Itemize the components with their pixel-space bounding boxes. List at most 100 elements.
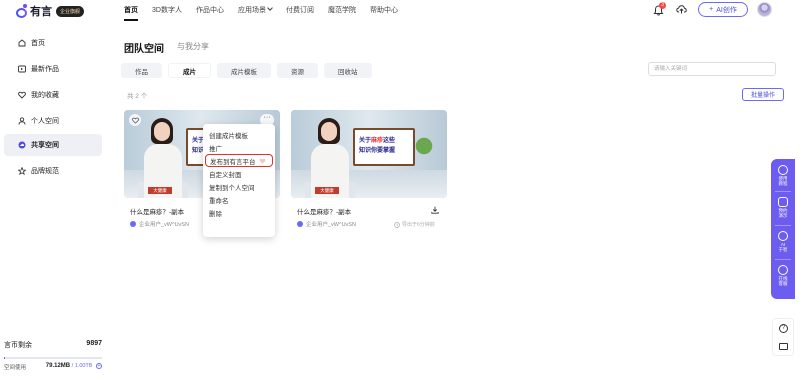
sidebar-item-home[interactable]: 首页 [4, 32, 102, 54]
menu-item-create-template[interactable]: 创建成片模板 [203, 128, 275, 141]
plant-image [415, 134, 433, 164]
menu-item-copy-personal[interactable]: 复制到个人空间 [203, 180, 275, 193]
sidebar-item-favorites[interactable]: 我的收藏 [4, 84, 102, 106]
page-title[interactable]: 团队空间 [124, 40, 164, 55]
storage-progress-bar [4, 357, 102, 359]
nav-scenarios-label: 应用场景 [237, 7, 266, 14]
home-icon [18, 39, 26, 47]
top-bar: 有言 企业旗舰 首页 3D数字人 作品中心 应用场景 付费订阅 魔范学院 帮助中… [0, 0, 800, 22]
content-tabs: 作品 成片 成片模板 资源 回收站 [121, 63, 372, 78]
menu-item-promote[interactable]: 推广 [203, 141, 275, 154]
menu-item-custom-cover[interactable]: 自定义封面 [203, 167, 275, 180]
tab-recycle-bin[interactable]: 回收站 [324, 63, 372, 78]
heart-icon [18, 91, 26, 99]
plan-badge: 企业旗舰 [56, 5, 85, 17]
board-text-highlight: 麻疹 [371, 138, 384, 144]
tab-resources[interactable]: 资源 [277, 63, 318, 78]
float-ai-assistant[interactable]: AI 于智 [771, 231, 795, 252]
coins-balance: 言币剩余 9897 [4, 340, 102, 350]
float-online-service[interactable]: 在线 客服 [771, 265, 795, 286]
question-icon[interactable]: ? [779, 324, 788, 333]
ai-create-label: AI创作 [716, 6, 737, 14]
ellipsis-icon: ··· [263, 114, 271, 121]
notification-badge: 3 [659, 2, 666, 9]
headset-icon [778, 265, 788, 275]
favorite-button[interactable] [129, 114, 141, 126]
sidebar: 首页 最新作品 我的收藏 个人空间 共享空间 品牌规范 言币剩余 9897 空间… [0, 22, 110, 382]
shared-with-me-tab[interactable]: 与我分享 [177, 41, 209, 52]
board-text: 知识你要掌握 [359, 148, 396, 154]
sidebar-item-shared-space[interactable]: 共享空间 [4, 134, 102, 156]
card-owner: 企业用户_vW^UvSN [297, 220, 356, 228]
notification-button[interactable]: 3 [653, 2, 666, 16]
sidebar-item-brand-guidelines[interactable]: 品牌规范 [4, 160, 102, 182]
export-time-text: 导出于6分钟前 [402, 222, 435, 228]
owner-name: 企业用户_vW^UvSN [139, 222, 189, 228]
sidebar-item-label: 共享空间 [31, 142, 59, 149]
avatar-presenter [142, 116, 184, 198]
user-icon [297, 221, 303, 227]
coins-value: 9897 [86, 340, 102, 347]
star-icon [18, 167, 26, 175]
nav-3d-avatar[interactable]: 3D数字人 [152, 5, 182, 21]
card-owner: 企业用户_vW^UvSN [130, 220, 189, 228]
tab-video-templates[interactable]: 成片模板 [217, 63, 271, 78]
float-label: AI 于智 [778, 242, 788, 252]
upload-button[interactable] [676, 4, 687, 15]
sidebar-item-label: 首页 [31, 40, 45, 47]
desk-label: 大健康 [315, 187, 339, 194]
mail-icon[interactable] [779, 343, 788, 350]
tab-final-videos[interactable]: 成片 [168, 63, 211, 78]
add-storage-icon[interactable]: + [96, 363, 102, 369]
user-avatar[interactable] [757, 2, 772, 17]
heart-icon [131, 117, 139, 124]
menu-item-rename[interactable]: 重命名 [203, 193, 275, 206]
sidebar-item-personal-space[interactable]: 个人空间 [4, 110, 102, 132]
float-tutorial[interactable]: 使用 教程 [771, 165, 795, 186]
sidebar-item-label: 个人空间 [31, 118, 59, 125]
clock-icon [394, 221, 400, 228]
plus-icon: + [709, 6, 714, 13]
ai-create-button[interactable]: + AI创作 [698, 2, 748, 17]
float-demo[interactable]: 预约 演示 [771, 197, 795, 218]
heart-icon [259, 158, 266, 164]
storage-total: / 1.00TB [71, 363, 93, 369]
nav-scenarios[interactable]: 应用场景 [237, 5, 273, 21]
tab-works[interactable]: 作品 [121, 63, 162, 78]
sidebar-item-latest-works[interactable]: 最新作品 [4, 58, 102, 80]
video-card[interactable]: 关于麻疹这些 知识你要掌握 大健康 什么是麻疹？-副本 企业用户_vW^UvSN… [291, 110, 447, 228]
video-name[interactable]: 什么是麻疹？-副本 [130, 206, 184, 216]
nav-works-center[interactable]: 作品中心 [196, 5, 224, 21]
nav-subscription[interactable]: 付费订阅 [286, 5, 314, 21]
floating-service-bar: 使用 教程 预约 演示 AI 于智 在线 客服 [771, 159, 795, 299]
batch-operation-button[interactable]: 批量操作 [742, 88, 784, 101]
nav-home[interactable]: 首页 [124, 5, 138, 21]
video-thumbnail[interactable]: 关于麻疹这些 知识你要掌握 大健康 [291, 110, 447, 198]
video-name[interactable]: 什么是麻疹？-副本 [297, 206, 351, 216]
download-button[interactable] [431, 206, 439, 214]
desk-label: 大健康 [148, 187, 172, 194]
coins-label: 言币剩余 [4, 342, 32, 349]
card-context-menu: 创建成片模板 推广 发布到有言平台 自定义封面 复制到个人空间 重命名 删除 [203, 124, 275, 237]
menu-item-delete[interactable]: 删除 [203, 206, 275, 219]
main-nav: 首页 3D数字人 作品中心 应用场景 付费订阅 魔范学院 帮助中心 [124, 5, 412, 21]
storage-usage: 空间使用 79.12MB / 1.00TB + [4, 363, 102, 371]
search-input[interactable]: 请输入关键词 [648, 62, 776, 76]
menu-item-publish-platform[interactable]: 发布到有言平台 [205, 154, 273, 167]
float-label: 在线 客服 [778, 276, 788, 286]
item-count: 共 2 个 [127, 93, 148, 100]
owner-name: 企业用户_vW^UvSN [306, 222, 356, 228]
chevron-down-icon [267, 5, 273, 11]
logo-icon [16, 4, 28, 18]
ai-bot-icon [778, 231, 788, 241]
storage-label: 空间使用 [4, 365, 27, 371]
avatar-presenter [309, 116, 351, 198]
nav-help-center[interactable]: 帮助中心 [370, 5, 398, 21]
thumbnail-board: 关于麻疹这些 知识你要掌握 [353, 128, 415, 166]
monitor-icon [778, 197, 788, 207]
board-text: 关于 [359, 138, 372, 144]
logo[interactable]: 有言 企业旗舰 [16, 3, 85, 19]
play-icon [18, 65, 26, 73]
nav-academy[interactable]: 魔范学院 [328, 5, 356, 21]
sidebar-item-label: 最新作品 [31, 66, 59, 73]
